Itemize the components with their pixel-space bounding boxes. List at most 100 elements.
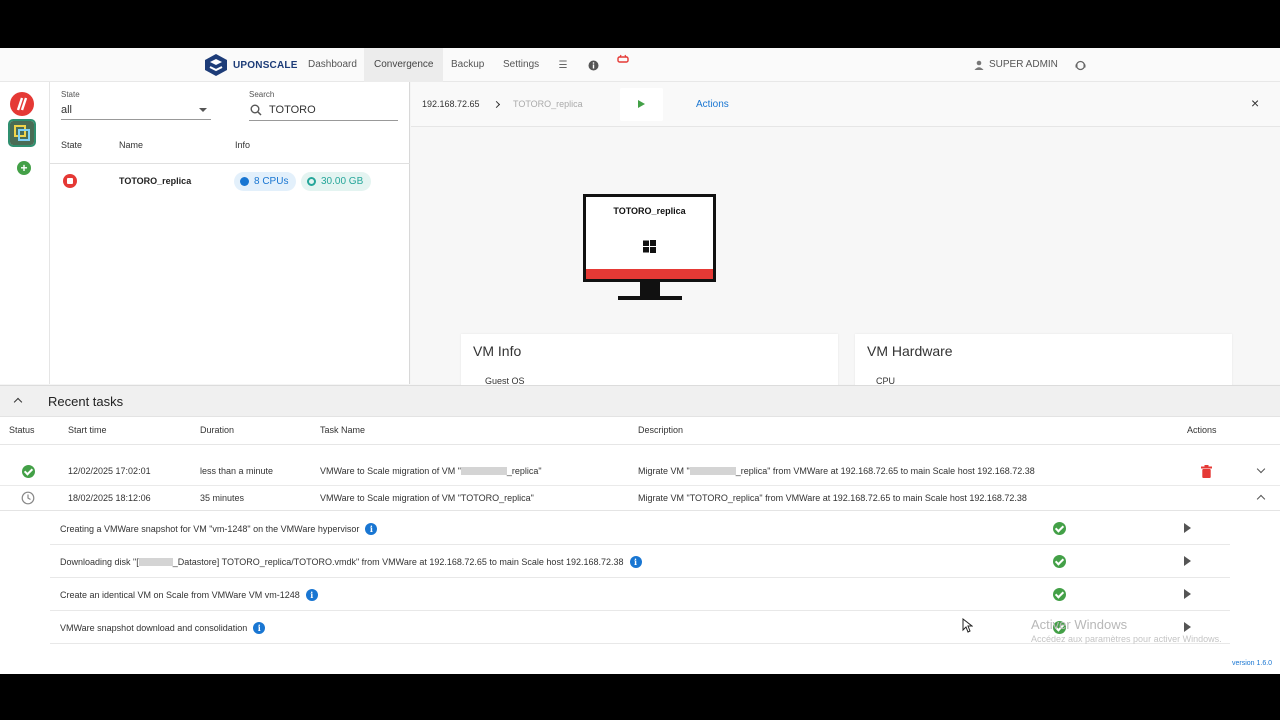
vm-info-title: VM Info: [473, 343, 522, 359]
success-status-icon: [1053, 588, 1066, 601]
nav-convergence[interactable]: Convergence: [364, 48, 444, 82]
task-description: Migrate VM " _replica" from VMWare at 192…: [638, 466, 1035, 476]
info-icon[interactable]: [587, 59, 599, 71]
brand-name: UPONSCALE: [233, 59, 298, 71]
search-input[interactable]: TOTORO: [269, 104, 316, 116]
stopped-status-strip: [586, 269, 713, 279]
history-clock-icon: [21, 491, 35, 505]
vm-name: TOTORO_replica: [119, 176, 192, 186]
expand-subtask-icon[interactable]: [1184, 622, 1191, 632]
subtask-row: Downloading disk "[_Datastore] TOTORO_re…: [50, 545, 1230, 578]
detail-toolbar: 192.168.72.65 TOTORO_replica Actions ×: [411, 82, 1280, 127]
task-name: VMWare to Scale migration of VM " _replic…: [320, 466, 542, 476]
th-actions: Actions: [1187, 425, 1217, 435]
actions-button[interactable]: Actions: [696, 99, 729, 110]
task-duration: less than a minute: [200, 466, 274, 476]
task-row[interactable]: 12/02/2025 17:02:01 less than a minute V…: [0, 457, 1280, 486]
expand-subtask-icon[interactable]: [1184, 523, 1191, 533]
th-description: Description: [638, 425, 684, 435]
vm-hardware-title: VM Hardware: [867, 343, 953, 359]
add-connection-icon[interactable]: +: [17, 161, 31, 175]
windows-activation-title: Activer Windows: [1031, 617, 1128, 632]
start-vm-button[interactable]: [620, 88, 663, 121]
nav-dashboard[interactable]: Dashboard: [298, 48, 367, 82]
task-duration: 35 minutes: [200, 493, 245, 503]
windows-activation-subtitle: Accédez aux paramètres pour activer Wind…: [1031, 634, 1222, 644]
top-navigation: UPONSCALE Dashboard Convergence Backup S…: [0, 48, 1280, 82]
subtask-label: Downloading disk "[_Datastore] TOTORO_re…: [60, 556, 642, 568]
info-icon[interactable]: i: [305, 589, 318, 601]
recent-tasks-title: Recent tasks: [48, 394, 124, 409]
expand-subtask-icon[interactable]: [1184, 589, 1191, 599]
th-start-time: Start time: [68, 425, 107, 435]
col-info[interactable]: Info: [235, 140, 250, 150]
redacted-text: [460, 467, 507, 475]
nav-settings[interactable]: Settings: [493, 48, 549, 82]
nav-backup[interactable]: Backup: [441, 48, 494, 82]
expand-subtask-icon[interactable]: [1184, 556, 1191, 566]
brand-logo[interactable]: UPONSCALE: [204, 53, 298, 77]
expand-chevron-icon[interactable]: [1256, 464, 1266, 474]
success-status-icon: [1053, 522, 1066, 535]
col-name[interactable]: Name: [119, 140, 143, 150]
subtask-row: Creating a VMWare snapshot for VM "vm-12…: [50, 512, 1230, 545]
search-icon: [250, 104, 262, 116]
uponscale-logo-icon: [205, 54, 227, 76]
task-description: Migrate VM "TOTORO_replica" from VMWare …: [638, 493, 1027, 503]
cpu-chip: 8 CPUs: [234, 172, 297, 191]
subtask-row: Create an identical VM on Scale from VMW…: [50, 578, 1230, 611]
info-icon[interactable]: i: [253, 622, 266, 634]
recent-tasks-header[interactable]: Recent tasks: [0, 385, 1280, 417]
task-list-icon[interactable]: ☰: [557, 59, 569, 71]
th-task-name: Task Name: [320, 425, 366, 435]
vmware-app-icon[interactable]: [8, 119, 36, 147]
cpu-count: 8 CPUs: [254, 176, 289, 187]
play-icon: [638, 100, 645, 108]
vm-list-panel: State all Search TOTORO State Name Info …: [50, 82, 410, 384]
app-window: UPONSCALE Dashboard Convergence Backup S…: [0, 48, 1280, 674]
memory-chip: 30.00 GB: [301, 172, 372, 191]
collapse-chevron-icon[interactable]: [13, 397, 23, 407]
col-state[interactable]: State: [61, 140, 82, 150]
task-start-time: 18/02/2025 18:12:06: [68, 493, 151, 503]
scale-app-icon[interactable]: [10, 92, 34, 116]
breadcrumb-host[interactable]: 192.168.72.65: [422, 99, 480, 109]
delete-trash-icon[interactable]: [1201, 465, 1212, 478]
user-name: SUPER ADMIN: [989, 59, 1058, 70]
cpu-icon: [240, 177, 249, 186]
monitor-base: [618, 296, 682, 300]
stopped-state-icon: [63, 174, 77, 188]
support-icon[interactable]: [1074, 59, 1086, 71]
redacted-text: [138, 558, 173, 566]
info-icon[interactable]: i: [365, 523, 378, 535]
monitor-neck: [640, 282, 660, 296]
task-start-time: 12/02/2025 17:02:01: [68, 466, 151, 476]
vm-monitor-illustration: TOTORO_replica: [583, 194, 716, 282]
redacted-text: [689, 467, 736, 475]
state-dropdown-icon[interactable]: [199, 108, 207, 112]
search-underline: [249, 120, 398, 121]
task-row[interactable]: 18/02/2025 18:12:06 35 minutes VMWare to…: [0, 486, 1280, 511]
th-status: Status: [9, 425, 35, 435]
user-menu[interactable]: SUPER ADMIN: [974, 48, 1058, 82]
subtask-label: Create an identical VM on Scale from VMW…: [60, 589, 318, 601]
th-duration: Duration: [200, 425, 235, 435]
state-filter-select[interactable]: all: [61, 104, 72, 116]
alert-icon[interactable]: [617, 53, 629, 65]
collapse-row-chevron-icon[interactable]: [1256, 494, 1266, 504]
info-icon[interactable]: i: [629, 556, 642, 568]
success-status-icon: [22, 465, 35, 478]
windows-logo-icon: [643, 240, 656, 253]
memory-size: 30.00 GB: [321, 176, 364, 187]
vm-row[interactable]: TOTORO_replica 8 CPUs 30.00 GB: [50, 164, 410, 198]
monitor-vm-title: TOTORO_replica: [613, 206, 686, 216]
breadcrumb-vm: TOTORO_replica: [513, 99, 583, 109]
success-status-icon: [1053, 555, 1066, 568]
search-label: Search: [249, 90, 275, 99]
close-icon[interactable]: ×: [1251, 95, 1259, 111]
vm-detail-panel: 192.168.72.65 TOTORO_replica Actions × T…: [411, 82, 1280, 394]
breadcrumb-chevron-icon: [492, 100, 501, 109]
mouse-cursor-icon: [962, 618, 973, 633]
left-rail: +: [0, 82, 50, 384]
memory-icon: [307, 177, 316, 186]
